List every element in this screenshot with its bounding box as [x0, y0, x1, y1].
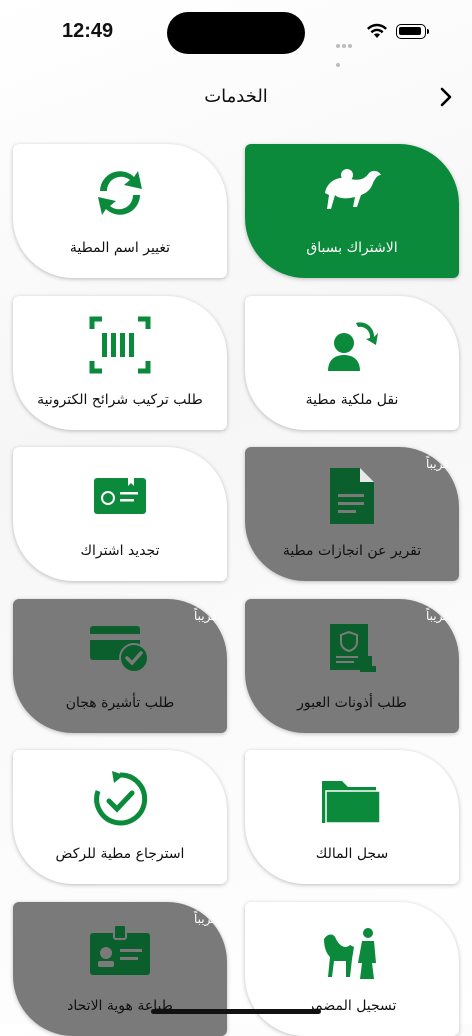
card-label: استرجاع مطية للركض: [55, 846, 185, 862]
service-card-rider-visa[interactable]: قريباً طلب تأشيرة هجان: [13, 599, 227, 733]
service-card-ownership-transfer[interactable]: نقل ملكية مطية: [245, 296, 459, 430]
camel-handler-icon: [245, 916, 459, 986]
barcode-scan-icon: [13, 310, 227, 380]
service-card-trainer-registration[interactable]: تسجيل المضمر: [245, 902, 459, 1036]
service-card-achievements-report[interactable]: قريباً تقرير عن انجازات مطية: [245, 447, 459, 581]
card-label: طلب تركيب شرائح الكترونية: [37, 392, 203, 408]
signal-icon: [336, 33, 358, 67]
home-indicator[interactable]: [151, 1009, 321, 1014]
person-transfer-icon: [245, 310, 459, 380]
status-bar: 12:49: [0, 0, 472, 67]
card-label: تجديد اشتراك: [80, 543, 160, 559]
service-card-print-union-id[interactable]: قريباً طباعة هوية الاتحاد: [13, 902, 227, 1036]
restore-check-icon: [13, 764, 227, 834]
document-icon: [245, 461, 459, 531]
card-label: تغيير اسم المطية: [69, 240, 171, 256]
id-card-icon: [13, 461, 227, 531]
badge-id-icon: [13, 916, 227, 986]
card-label: نقل ملكية مطية: [305, 392, 399, 408]
page-header: الخدمات: [0, 80, 472, 114]
card-label: طلب تأشيرة هجان: [65, 695, 175, 711]
card-label: الاشتراك بسباق: [306, 240, 398, 256]
certificate-stamp-icon: [245, 613, 459, 683]
service-card-race-subscription[interactable]: الاشتراك بسباق: [245, 144, 459, 278]
chevron-right-icon[interactable]: [436, 86, 456, 108]
refresh-arrows-icon: [13, 158, 227, 228]
service-card-chip-install[interactable]: طلب تركيب شرائح الكترونية: [13, 296, 227, 430]
folder-icon: [245, 764, 459, 834]
camel-race-icon: [245, 158, 459, 228]
service-card-restore-camel[interactable]: استرجاع مطية للركض: [13, 750, 227, 884]
card-label: طلب أذونات العبور: [297, 695, 407, 711]
card-check-icon: [13, 613, 227, 683]
service-card-renew-subscription[interactable]: تجديد اشتراك: [13, 447, 227, 581]
dynamic-island: [167, 12, 305, 54]
page-title: الخدمات: [204, 86, 268, 107]
card-label: سجل المالك: [315, 846, 389, 862]
card-label: تقرير عن انجازات مطية: [282, 543, 422, 559]
service-card-rename[interactable]: تغيير اسم المطية: [13, 144, 227, 278]
battery-icon: [396, 24, 429, 39]
wifi-icon: [367, 23, 387, 38]
status-time: 12:49: [62, 20, 114, 42]
service-card-owner-record[interactable]: سجل المالك: [245, 750, 459, 884]
service-card-transit-permits[interactable]: قريباً طلب أذونات العبور: [245, 599, 459, 733]
